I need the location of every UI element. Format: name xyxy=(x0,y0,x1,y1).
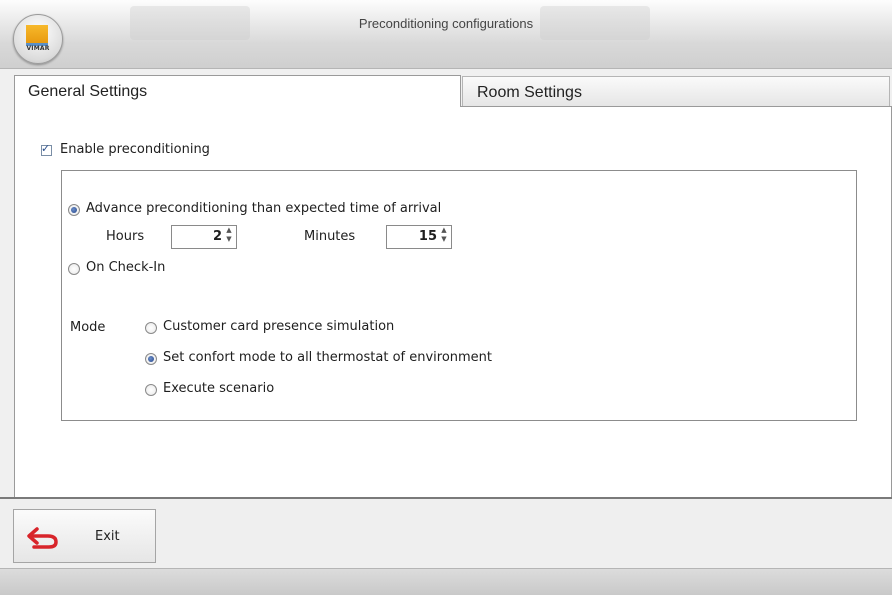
checkmark-icon: ✓ xyxy=(41,142,51,155)
minutes-label: Minutes xyxy=(304,229,356,244)
hours-stepper[interactable]: 2 ▲ ▼ xyxy=(171,225,237,249)
logo-brand-text: VIMAR xyxy=(26,45,50,52)
advance-preconditioning-radio[interactable] xyxy=(68,204,80,216)
exit-label: Exit xyxy=(95,529,120,544)
hours-value: 2 xyxy=(212,229,222,244)
enable-preconditioning-label: Enable preconditioning xyxy=(60,142,210,157)
status-bar xyxy=(0,568,892,595)
title-bar: Preconditioning configurations xyxy=(0,0,892,42)
tab-room-settings[interactable]: Room Settings xyxy=(462,76,890,107)
exit-arrow-icon xyxy=(27,527,58,549)
on-check-in-radio[interactable] xyxy=(68,263,80,275)
exit-button[interactable]: Exit xyxy=(13,509,156,563)
app-logo-button[interactable]: VIMAR xyxy=(13,14,63,64)
on-check-in-label: On Check-In xyxy=(86,260,166,275)
mode-label: Mode xyxy=(70,320,106,335)
mode-execute-scenario-radio[interactable] xyxy=(145,384,157,396)
window-title: Preconditioning configurations xyxy=(358,16,534,31)
advance-preconditioning-label: Advance preconditioning than expected ti… xyxy=(86,201,442,216)
stepper-arrows-icon[interactable]: ▲ ▼ xyxy=(224,226,234,244)
mode-customer-card-radio[interactable] xyxy=(145,322,157,334)
mode-confort-radio[interactable] xyxy=(145,353,157,365)
enable-preconditioning-checkbox[interactable]: ✓ xyxy=(41,142,52,156)
mode-customer-card-label: Customer card presence simulation xyxy=(163,319,395,334)
minutes-value: 15 xyxy=(418,229,437,244)
ribbon-strip xyxy=(0,42,892,69)
mode-confort-label: Set confort mode to all thermostat of en… xyxy=(163,350,493,365)
tab-general-settings[interactable]: General Settings xyxy=(14,75,461,107)
hours-label: Hours xyxy=(106,229,145,244)
stepper-arrows-icon[interactable]: ▲ ▼ xyxy=(439,226,449,244)
minutes-stepper[interactable]: 15 ▲ ▼ xyxy=(386,225,452,249)
mode-execute-scenario-label: Execute scenario xyxy=(163,381,275,396)
vimar-logo-icon xyxy=(26,25,48,46)
